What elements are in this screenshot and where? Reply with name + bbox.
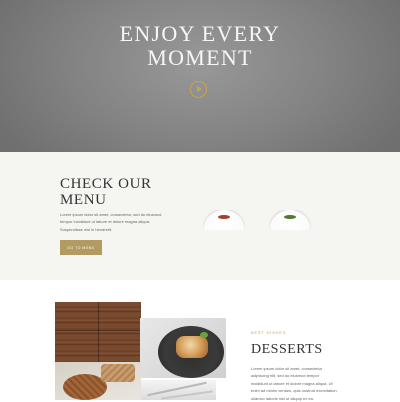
plate-image-2: [269, 210, 311, 230]
desserts-description: Lorem ipsum dolor sit amet, consectetur …: [251, 366, 337, 401]
desserts-title: DESSERTS: [251, 342, 323, 357]
go-to-menu-button[interactable]: GO TO MENU: [60, 240, 102, 255]
hero-section: ENJOY EVERY MOMENT: [0, 0, 400, 152]
menu-title: CHECK OUR MENU: [60, 176, 152, 208]
hero-title: ENJOY EVERY MOMENT: [0, 22, 400, 70]
cutlery-image: [141, 380, 216, 400]
dessert-plate-image: [140, 318, 226, 378]
hero-title-line1: ENJOY EVERY: [119, 21, 281, 46]
menu-title-line1: CHECK OUR: [60, 176, 152, 192]
menu-title-line2: MENU: [60, 192, 107, 208]
wood-texture-image: [55, 302, 141, 362]
plate-image-1: [203, 210, 245, 230]
play-button[interactable]: [190, 81, 207, 98]
menu-section: CHECK OUR MENU Lorem ipsum dolor sit ame…: [0, 152, 400, 280]
food-item: [284, 215, 296, 219]
desserts-section: BEST DISHES DESSERTS Lorem ipsum dolor s…: [0, 280, 400, 401]
menu-description: Lorem ipsum dolor sit amet, consectetur,…: [60, 212, 162, 232]
hero-title-line2: MOMENT: [147, 45, 253, 70]
food-item: [218, 215, 230, 219]
waffle-image: [55, 362, 141, 400]
desserts-eyebrow: BEST DISHES: [251, 330, 287, 335]
play-icon: [197, 86, 202, 92]
